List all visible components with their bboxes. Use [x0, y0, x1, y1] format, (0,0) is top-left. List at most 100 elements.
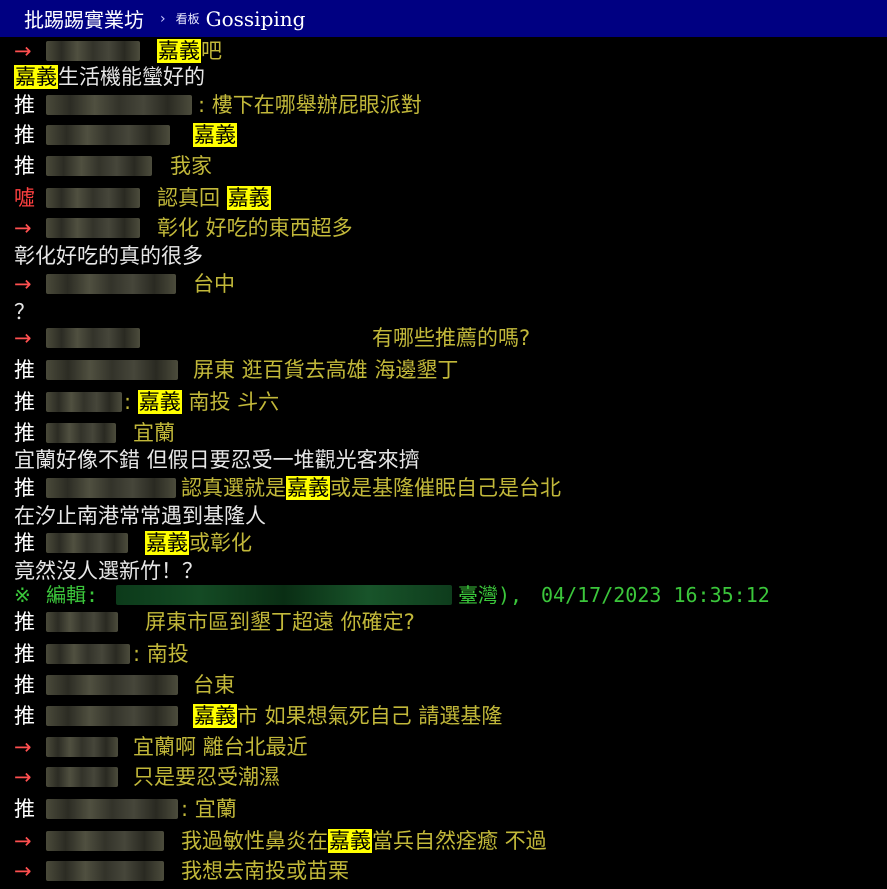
user-id-redacted[interactable] [46, 737, 118, 757]
edit-mark: ※ [14, 583, 31, 607]
user-id-redacted[interactable] [46, 328, 140, 348]
comment-row: 推 屏東 逛百貨去高雄 海邊墾丁 [0, 354, 887, 386]
keyword-highlight: 嘉義 [157, 39, 201, 63]
board-name-link[interactable]: Gossiping [206, 7, 306, 31]
text-segment: 或是基隆催眠自己是台北 [330, 476, 561, 500]
edit-info-row: ※ 編輯: 臺灣), 04/17/2023 16:35:12 [0, 579, 887, 611]
comment-row: 推 : 樓下在哪舉辦屁眼派對 [0, 89, 887, 121]
text-segment: 南投 斗六 [181, 390, 280, 414]
comment-tag-arrow: → [14, 765, 32, 789]
comment-text: 只是要忍受潮濕 [133, 761, 280, 793]
comment-tag-push: 推 [14, 673, 35, 697]
text-segment: 宜蘭 [133, 421, 175, 445]
chevron-right-icon: › [160, 10, 166, 27]
user-id-redacted[interactable] [46, 478, 176, 498]
comment-tag-arrow: → [14, 735, 32, 759]
text-segment: 屏東市區到墾丁超遠 你確定? [145, 610, 415, 634]
text-segment: 宜蘭啊 離台北最近 [133, 735, 308, 759]
edit-ip-redacted [116, 585, 452, 605]
text-segment: 只是要忍受潮濕 [133, 765, 280, 789]
comment-row: 推 : 宜蘭 [0, 793, 887, 825]
user-id-redacted[interactable] [46, 612, 118, 632]
comment-row: 噓 認真回 嘉義 [0, 182, 887, 214]
comment-tag-push: 推 [14, 797, 35, 821]
page-header: 批踢踢實業坊 › 看板 Gossiping [0, 0, 887, 37]
comment-row: 推 台東 [0, 669, 887, 701]
user-id-redacted[interactable] [46, 41, 140, 61]
keyword-highlight: 嘉義 [286, 476, 330, 500]
edit-datetime: 04/17/2023 16:35:12 [541, 583, 770, 607]
edit-location: 臺灣), [458, 583, 523, 607]
comment-row: → 宜蘭啊 離台北最近 [0, 731, 887, 763]
comment-tag-arrow: → [14, 859, 32, 883]
text-segment: 屏東 逛百貨去高雄 海邊墾丁 [193, 358, 459, 382]
comment-tag-arrow: → [14, 326, 32, 350]
user-id-redacted[interactable] [46, 188, 140, 208]
text-segment: 彰化 好吃的東西超多 [157, 216, 353, 240]
text-segment: : 南投 [133, 642, 189, 666]
text-segment: ？ [14, 300, 35, 324]
user-id-redacted[interactable] [46, 706, 178, 726]
user-id-redacted[interactable] [46, 675, 178, 695]
user-id-redacted[interactable] [46, 799, 178, 819]
comment-row: → 只是要忍受潮濕 [0, 761, 887, 793]
comment-tag-push: 推 [14, 154, 35, 178]
user-id-redacted[interactable] [46, 644, 130, 664]
keyword-highlight: 嘉義 [14, 65, 58, 89]
keyword-highlight: 嘉義 [328, 829, 372, 853]
comment-tag-boo: 噓 [14, 186, 35, 210]
user-id-redacted[interactable] [46, 156, 152, 176]
user-id-redacted[interactable] [46, 218, 140, 238]
edit-label: 編輯: [46, 583, 99, 607]
text-segment: 在汐止南港常常遇到基隆人 [14, 504, 266, 528]
comment-text: 認真回 嘉義 [157, 182, 271, 214]
user-id-redacted[interactable] [46, 767, 118, 787]
comment-row: → 有哪些推薦的嗎? [0, 322, 887, 354]
text-segment: 我家 [170, 154, 212, 178]
comment-row: → 我想去南投或苗栗 [0, 855, 887, 887]
comment-row: 推 我家 [0, 150, 887, 182]
text-segment: 或彰化 [189, 531, 252, 555]
user-id-redacted[interactable] [46, 274, 176, 294]
text-segment: 當兵自然痊癒 不過 [372, 829, 547, 853]
comment-row: 推: 嘉義 南投 斗六 [0, 386, 887, 418]
comment-text: 我過敏性鼻炎在嘉義當兵自然痊癒 不過 [181, 825, 547, 857]
comment-text: : 嘉義 南投 斗六 [124, 386, 279, 418]
user-id-redacted[interactable] [46, 95, 192, 115]
keyword-highlight: 嘉義 [145, 531, 189, 555]
user-id-redacted[interactable] [46, 423, 116, 443]
comment-text: 我家 [170, 150, 212, 182]
text-segment: 認真選就是 [181, 476, 286, 500]
user-id-redacted[interactable] [46, 831, 164, 851]
comment-text: 屏東 逛百貨去高雄 海邊墾丁 [193, 354, 458, 386]
text-segment: 認真回 [157, 186, 227, 210]
comment-row: 推 : 南投 [0, 638, 887, 670]
user-id-redacted[interactable] [46, 392, 122, 412]
text-segment: 有哪些推薦的嗎? [372, 326, 531, 350]
text-segment: 市 如果想氣死自己 請選基隆 [237, 704, 503, 728]
keyword-highlight: 嘉義 [193, 123, 237, 147]
comment-tag-push: 推 [14, 642, 35, 666]
text-segment: : 樓下在哪舉辦屁眼派對 [198, 93, 422, 117]
comment-row: 推 嘉義市 如果想氣死自己 請選基隆 [0, 700, 887, 732]
comment-text: 我想去南投或苗栗 [181, 855, 349, 887]
comment-tag-push: 推 [14, 93, 35, 117]
user-id-redacted[interactable] [46, 360, 178, 380]
user-id-redacted[interactable] [46, 533, 128, 553]
comment-tag-push: 推 [14, 390, 35, 414]
keyword-highlight: 嘉義 [137, 390, 182, 414]
text-segment: 台東 [193, 673, 235, 697]
site-title-link[interactable]: 批踢踢實業坊 [24, 4, 144, 33]
user-id-redacted[interactable] [46, 125, 170, 145]
comment-text: 嘉義 [193, 119, 237, 151]
user-id-redacted[interactable] [46, 861, 164, 881]
comment-tag-push: 推 [14, 358, 35, 382]
text-segment: : [124, 390, 138, 414]
comment-text: 台東 [193, 669, 235, 701]
comment-tag-arrow: → [14, 829, 32, 853]
comment-tag-push: 推 [14, 704, 35, 728]
comment-row: 推 嘉義 [0, 119, 887, 151]
comment-tag-push: 推 [14, 123, 35, 147]
text-segment: : 宜蘭 [181, 797, 237, 821]
comment-text: : 南投 [133, 638, 189, 670]
